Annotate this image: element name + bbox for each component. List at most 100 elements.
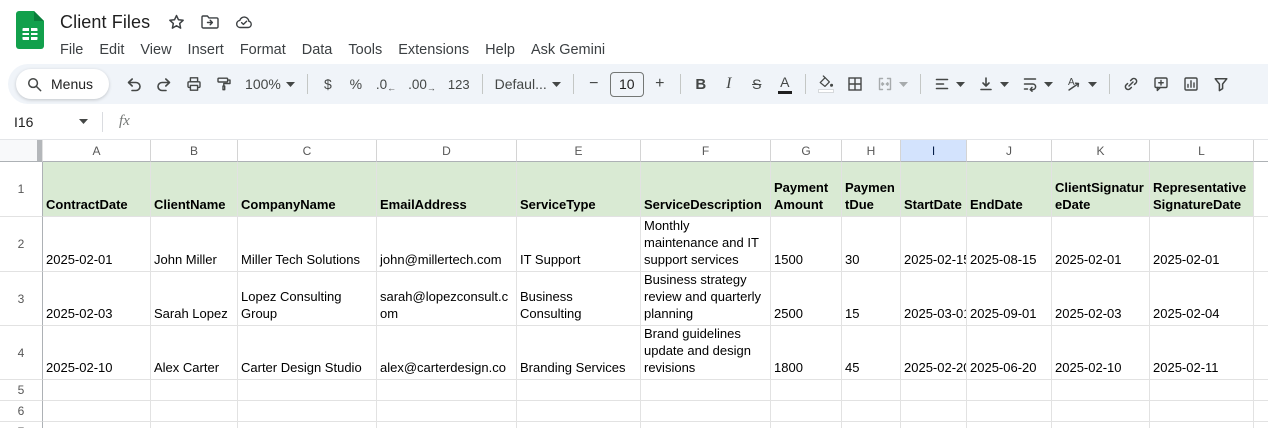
print-button[interactable] [181,69,207,99]
cell-F3[interactable]: Business strategy review and quarterly p… [641,272,771,326]
cell-I2[interactable]: 2025-02-15 [901,217,967,272]
text-color-button[interactable]: A [773,69,797,99]
cell-D6[interactable] [377,401,517,422]
cell-G2[interactable]: 1500 [771,217,842,272]
undo-button[interactable] [121,69,147,99]
cell-K3[interactable]: 2025-02-03 [1052,272,1150,326]
increase-font-size-button[interactable]: + [648,69,672,99]
cell-J4[interactable]: 2025-06-20 [967,326,1052,380]
column-header-H[interactable]: H [842,140,901,162]
cell-J1[interactable]: EndDate [967,162,1052,217]
cell-L6[interactable] [1150,401,1254,422]
cell-partial-7[interactable] [1254,422,1268,428]
decrease-font-size-button[interactable]: − [582,69,606,99]
cell-F5[interactable] [641,380,771,401]
bold-button[interactable]: B [689,69,713,99]
format-percent-button[interactable]: % [344,69,368,99]
cell-E2[interactable]: IT Support [517,217,641,272]
cell-H2[interactable]: 30 [842,217,901,272]
move-folder-icon[interactable] [200,12,220,32]
row-header-7[interactable]: 7 [0,422,43,428]
cell-partial-5[interactable] [1254,380,1268,401]
insert-link-button[interactable] [1118,69,1144,99]
cell-partial-2[interactable] [1254,217,1268,272]
decrease-decimal-button[interactable]: .0 ← [372,69,400,99]
cell-J6[interactable] [967,401,1052,422]
cell-K6[interactable] [1052,401,1150,422]
select-all-corner[interactable] [0,140,43,162]
column-header-C[interactable]: C [238,140,377,162]
cell-A5[interactable] [43,380,151,401]
cell-L7[interactable] [1150,422,1254,428]
cell-J5[interactable] [967,380,1052,401]
cell-F2[interactable]: Monthly maintenance and IT support servi… [641,217,771,272]
column-header-E[interactable]: E [517,140,641,162]
cell-A1[interactable]: ContractDate [43,162,151,217]
menu-item-insert[interactable]: Insert [180,42,232,58]
menu-item-file[interactable]: File [60,42,91,58]
cell-L1[interactable]: RepresentativeSignatureDate [1150,162,1254,217]
cell-F4[interactable]: Brand guidelines update and design revis… [641,326,771,380]
cell-E5[interactable] [517,380,641,401]
cell-B2[interactable]: John Miller [151,217,238,272]
cell-A2[interactable]: 2025-02-01 [43,217,151,272]
cell-F1[interactable]: ServiceDescription [641,162,771,217]
cell-C6[interactable] [238,401,377,422]
cell-I4[interactable]: 2025-02-20 [901,326,967,380]
cell-J3[interactable]: 2025-09-01 [967,272,1052,326]
redo-button[interactable] [151,69,177,99]
cell-K2[interactable]: 2025-02-01 [1052,217,1150,272]
menu-item-format[interactable]: Format [232,42,294,58]
cell-B5[interactable] [151,380,238,401]
font-size-input[interactable]: 10 [609,71,644,97]
cell-F6[interactable] [641,401,771,422]
row-header-5[interactable]: 5 [0,380,43,401]
cell-A4[interactable]: 2025-02-10 [43,326,151,380]
menus-search-button[interactable]: Menus [16,69,110,99]
cell-partial-6[interactable] [1254,401,1268,422]
menu-item-tools[interactable]: Tools [340,42,390,58]
cell-G5[interactable] [771,380,842,401]
cell-L3[interactable]: 2025-02-04 [1150,272,1254,326]
cell-D2[interactable]: john@millertech.com [377,217,517,272]
cell-I1[interactable]: StartDate [901,162,967,217]
zoom-select[interactable]: 100% [241,69,299,99]
horizontal-align-button[interactable] [929,69,969,99]
cell-K7[interactable] [1052,422,1150,428]
cell-E4[interactable]: Branding Services [517,326,641,380]
star-icon[interactable] [166,12,186,32]
cell-E7[interactable] [517,422,641,428]
cell-H1[interactable]: PaymentDue [842,162,901,217]
cell-J2[interactable]: 2025-08-15 [967,217,1052,272]
cell-G6[interactable] [771,401,842,422]
cell-H3[interactable]: 15 [842,272,901,326]
insert-chart-button[interactable] [1178,69,1204,99]
cell-B1[interactable]: ClientName [151,162,238,217]
sheets-logo-icon[interactable] [16,11,44,49]
cloud-saved-icon[interactable] [234,12,254,32]
cell-E6[interactable] [517,401,641,422]
column-header-F[interactable]: F [641,140,771,162]
column-header-partial[interactable] [1254,140,1268,162]
insert-comment-button[interactable] [1148,69,1174,99]
cell-G7[interactable] [771,422,842,428]
cell-I5[interactable] [901,380,967,401]
cell-C3[interactable]: Lopez Consulting Group [238,272,377,326]
row-header-1[interactable]: 1 [0,162,43,217]
cell-D3[interactable]: sarah@lopezconsult.com [377,272,517,326]
cell-A6[interactable] [43,401,151,422]
formula-input[interactable] [140,104,1268,139]
cell-partial-1[interactable] [1254,162,1268,217]
cell-G4[interactable]: 1800 [771,326,842,380]
text-wrap-button[interactable] [1017,69,1057,99]
vertical-align-button[interactable] [973,69,1013,99]
cell-partial-4[interactable] [1254,326,1268,380]
cell-C1[interactable]: CompanyName [238,162,377,217]
row-header-2[interactable]: 2 [0,217,43,272]
cell-C4[interactable]: Carter Design Studio [238,326,377,380]
cell-A3[interactable]: 2025-02-03 [43,272,151,326]
cell-F7[interactable] [641,422,771,428]
column-header-L[interactable]: L [1150,140,1254,162]
cell-C2[interactable]: Miller Tech Solutions [238,217,377,272]
cell-I3[interactable]: 2025-03-01 [901,272,967,326]
